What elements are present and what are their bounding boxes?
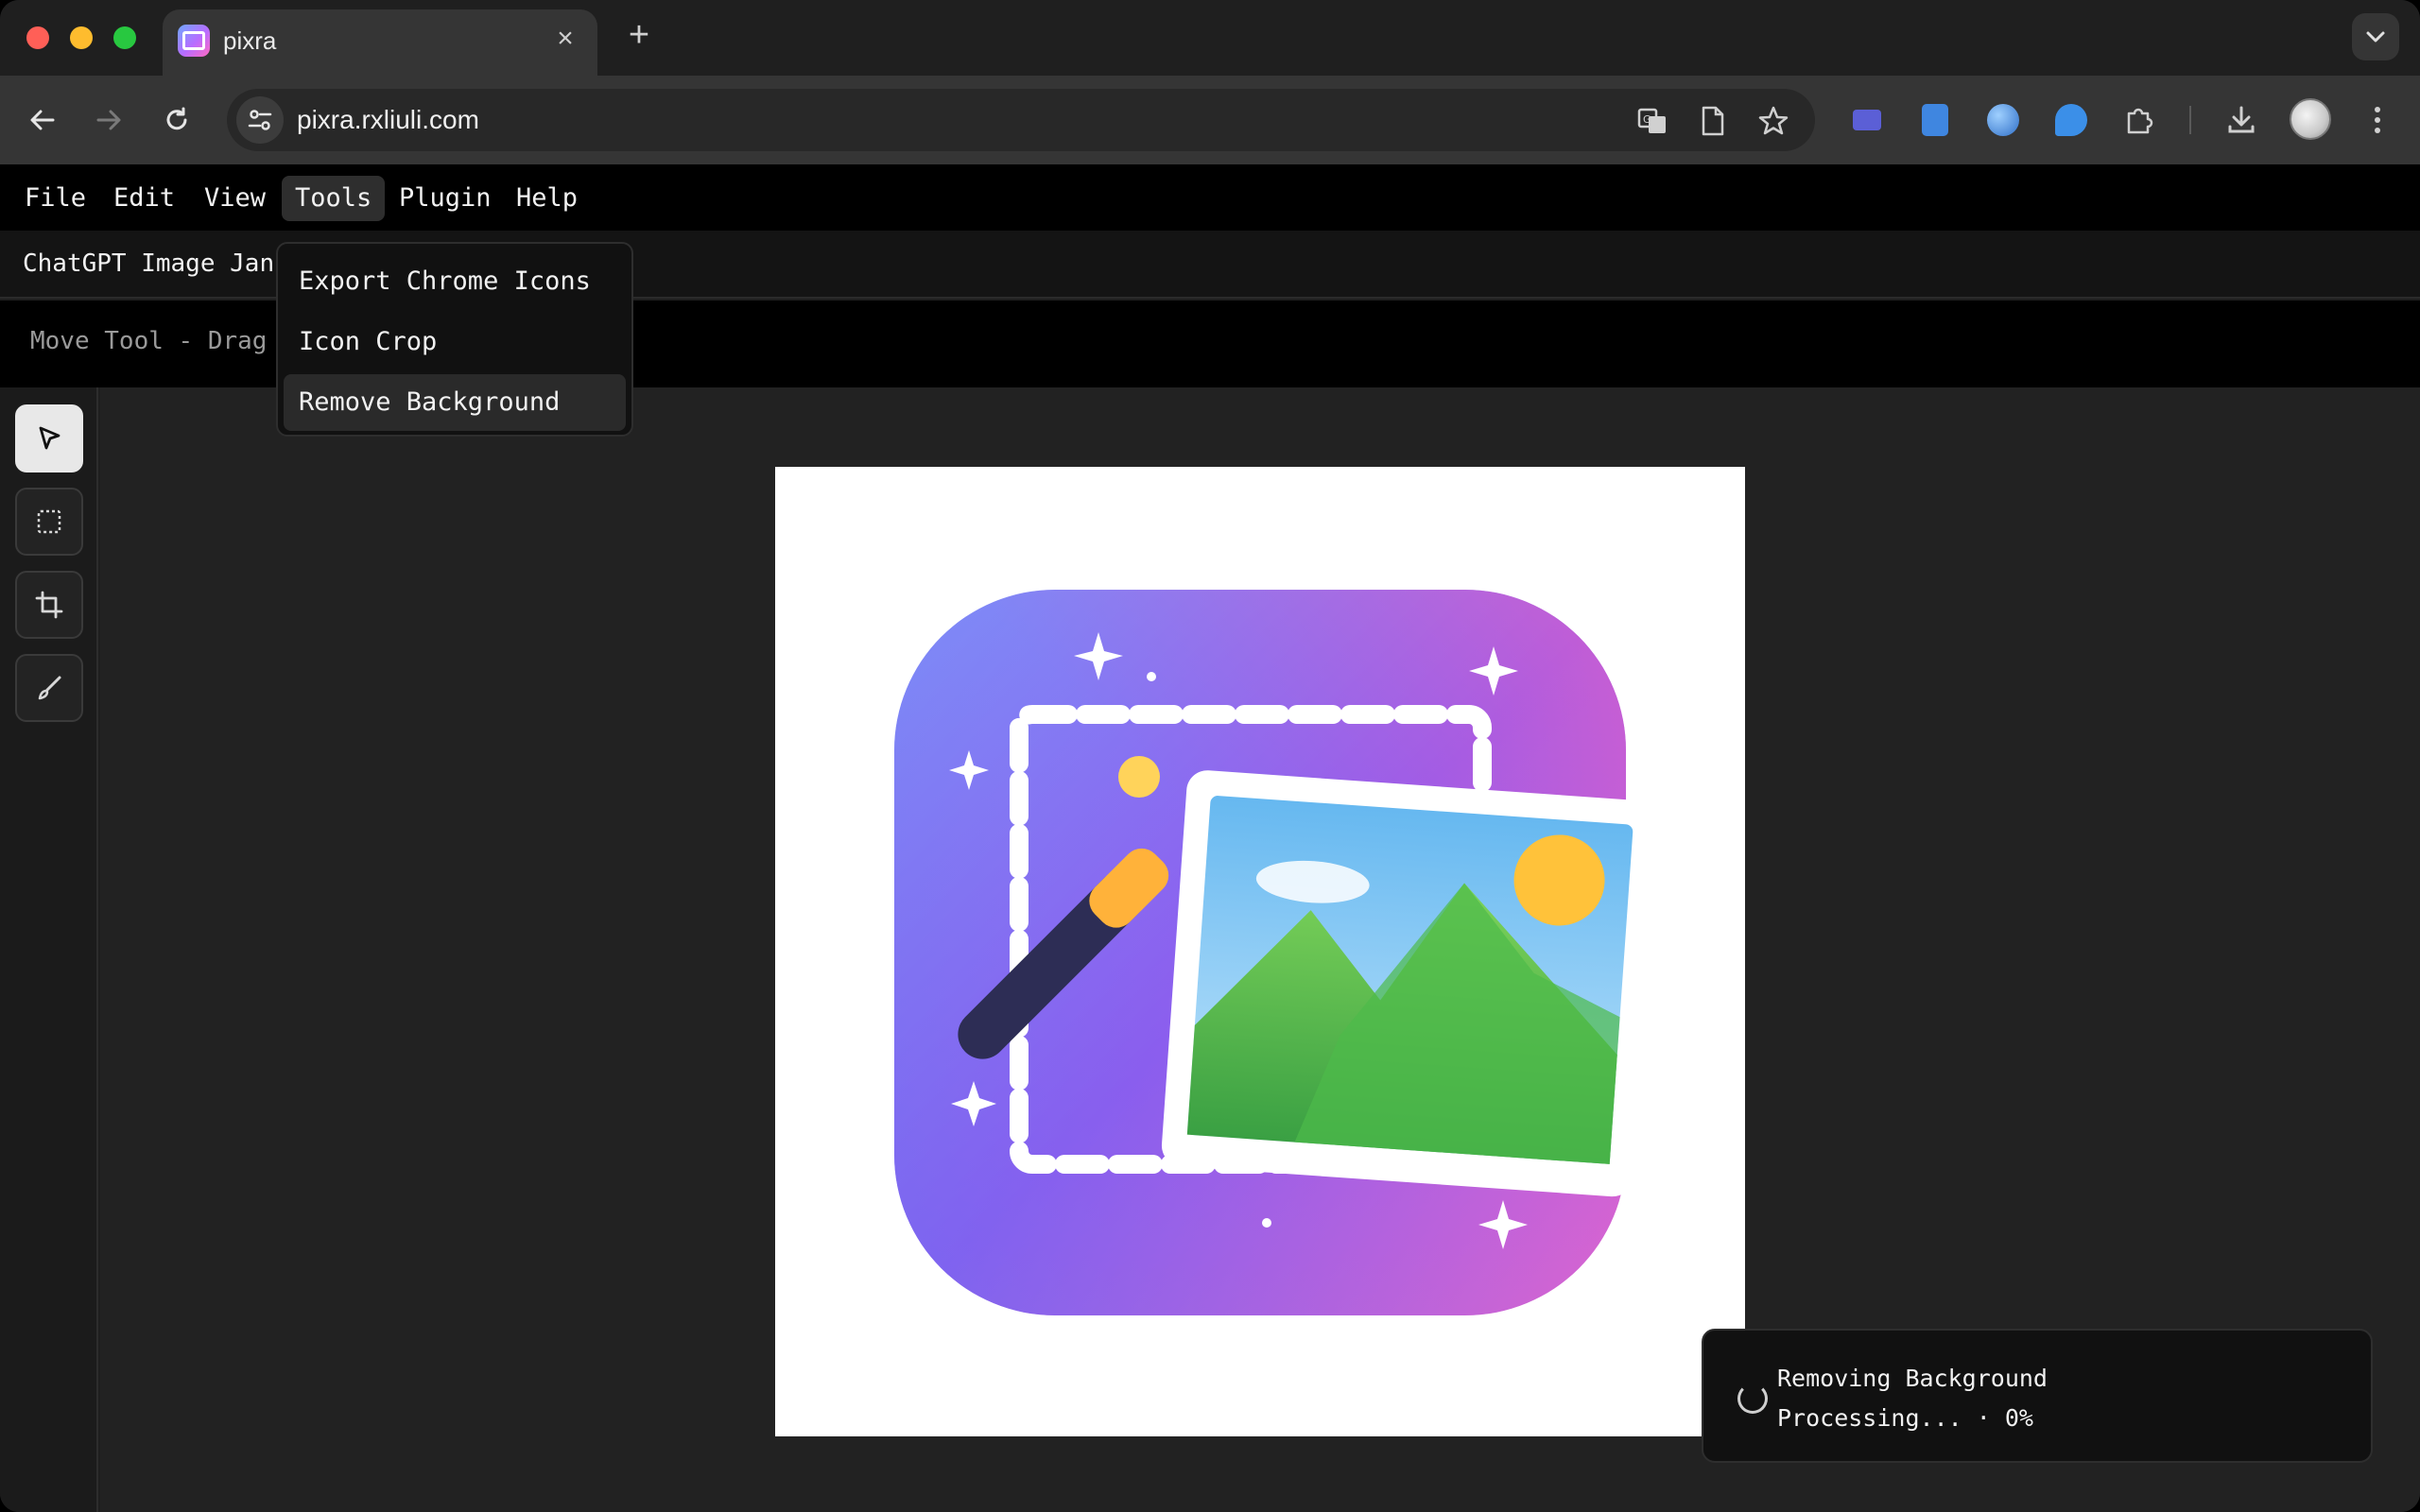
arrow-right-icon — [96, 110, 121, 130]
chevron-down-icon — [2366, 31, 2385, 43]
forward-button[interactable] — [85, 96, 132, 144]
tools-dropdown-menu: Export Chrome Icons Icon Crop Remove Bac… — [276, 242, 633, 437]
marquee-tool-button[interactable] — [15, 488, 83, 556]
reload-icon — [166, 107, 187, 130]
extension-mail-icon[interactable] — [1845, 98, 1889, 142]
back-button[interactable] — [19, 96, 66, 144]
app-icon-artwork — [894, 590, 1659, 1315]
crop-tool-button[interactable] — [15, 571, 83, 639]
marquee-select-icon — [37, 509, 61, 534]
file-tab[interactable]: ChatGPT Image Jan 2 — [23, 249, 303, 278]
menu-edit[interactable]: Edit — [100, 176, 188, 221]
extensions-puzzle-icon[interactable] — [2118, 98, 2161, 142]
zoom-window-button[interactable] — [113, 26, 136, 49]
menu-plugin[interactable]: Plugin — [386, 176, 505, 221]
bookmark-star-icon[interactable] — [1753, 100, 1794, 142]
reload-button[interactable] — [153, 96, 200, 144]
toast-progress-text: Processing... · 0% — [1777, 1404, 2033, 1432]
address-bar[interactable]: pixra.rxliuli.com G — [227, 89, 1815, 151]
extension-bird-icon[interactable] — [2049, 98, 2093, 142]
browser-window: pixra × + pixra.rxliuli.com G File Edit … — [0, 0, 2420, 1512]
menu-help[interactable]: Help — [503, 176, 591, 221]
minimize-window-button[interactable] — [70, 26, 93, 49]
tab-close-icon[interactable]: × — [548, 23, 582, 57]
progress-toast: Removing Background Processing... · 0% — [1702, 1329, 2373, 1463]
downloads-icon[interactable] — [2220, 98, 2263, 142]
tab-title: pixra — [223, 26, 277, 55]
pixra-app: File Edit View Tools Plugin Help ChatGPT… — [0, 164, 2420, 1512]
browser-tab[interactable]: pixra × — [163, 9, 597, 76]
app-menubar: File Edit View Tools Plugin Help — [0, 164, 2420, 231]
tab-search-button[interactable] — [2352, 13, 2399, 60]
brush-icon — [38, 676, 61, 700]
tools-panel — [0, 387, 98, 1512]
pixra-favicon-icon — [178, 25, 210, 57]
move-tool-button[interactable] — [15, 404, 83, 472]
arrow-left-icon — [30, 110, 55, 130]
menu-file[interactable]: File — [11, 176, 99, 221]
profile-avatar[interactable] — [2290, 98, 2331, 140]
url-text[interactable]: pixra.rxliuli.com — [297, 105, 479, 135]
menu-view[interactable]: View — [191, 176, 279, 221]
menu-item-remove-background[interactable]: Remove Background — [284, 374, 626, 431]
extension-clipboard-icon[interactable] — [1913, 98, 1957, 142]
toolbar-divider — [2189, 106, 2191, 134]
menu-tools[interactable]: Tools — [282, 176, 386, 221]
extension-globe-icon[interactable] — [1981, 98, 2025, 142]
menu-item-export-chrome-icons[interactable]: Export Chrome Icons — [284, 253, 626, 310]
tool-hint-text: Move Tool - Drag to — [30, 327, 312, 355]
tab-strip: pixra × + — [0, 0, 2420, 76]
reading-mode-icon[interactable] — [1692, 100, 1734, 142]
brush-tool-button[interactable] — [15, 654, 83, 722]
browser-toolbar: pixra.rxliuli.com G — [0, 76, 2420, 164]
loading-spinner-icon — [1737, 1383, 1768, 1414]
toast-title: Removing Background — [1777, 1365, 2048, 1392]
move-tool-icon — [39, 426, 60, 450]
menu-item-icon-crop[interactable]: Icon Crop — [284, 314, 626, 370]
svg-text:G: G — [1643, 113, 1651, 126]
close-window-button[interactable] — [26, 26, 49, 49]
translate-icon[interactable]: G — [1632, 100, 1673, 142]
more-menu-icon[interactable] — [2356, 98, 2399, 142]
new-tab-button[interactable]: + — [620, 17, 658, 55]
canvas-image[interactable] — [775, 467, 1745, 1436]
site-settings-icon[interactable] — [236, 96, 284, 144]
crop-icon — [35, 591, 63, 619]
